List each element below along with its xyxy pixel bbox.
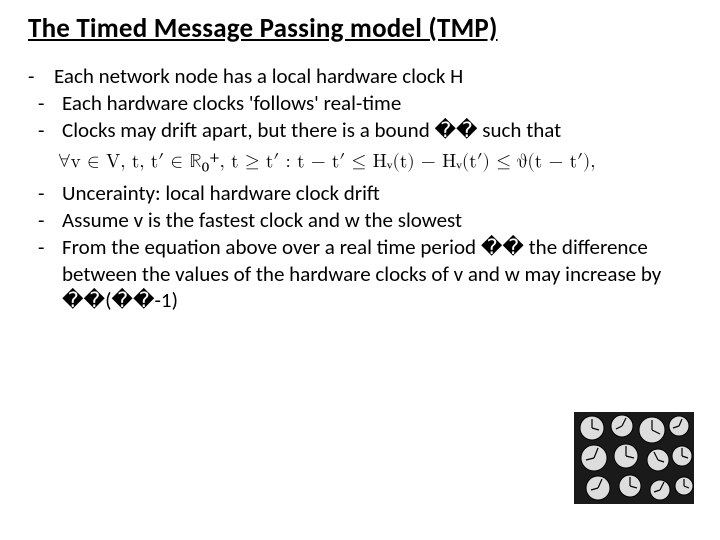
bullet-row: - Uncerainty: local hardware clock drift bbox=[28, 180, 692, 207]
bullet-text: From the equation above over a real time… bbox=[62, 234, 692, 315]
bullet-row: - Each network node has a local hardware… bbox=[28, 63, 692, 90]
bullet-dash: - bbox=[28, 63, 54, 90]
bullet-text: Clocks may drift apart, but there is a b… bbox=[62, 117, 692, 144]
bullet-text: Each hardware clocks 'follows' real-time bbox=[62, 90, 692, 117]
equation-block: ∀v ∈ V, t, t′ ∈ ℝ₀⁺, t ≥ t′ : t − t′ ≤ H… bbox=[28, 144, 692, 180]
bullet-text: Assume v is the fastest clock and w the … bbox=[62, 207, 692, 234]
bullet-row: - From the equation above over a real ti… bbox=[28, 234, 692, 315]
bullet-row: - Each hardware clocks 'follows' real-ti… bbox=[28, 90, 692, 117]
bullet-text: Each network node has a local hardware c… bbox=[54, 63, 692, 90]
bullet-row: - Clocks may drift apart, but there is a… bbox=[28, 117, 692, 144]
slide: The Timed Message Passing model (TMP) - … bbox=[0, 0, 720, 540]
bullet-text: Uncerainty: local hardware clock drift bbox=[62, 180, 692, 207]
equation-text: ∀v ∈ V, t, t′ ∈ ℝ₀⁺, t ≥ t′ : t − t′ ≤ H… bbox=[58, 150, 692, 174]
bullet-row: - Assume v is the fastest clock and w th… bbox=[28, 207, 692, 234]
slide-title: The Timed Message Passing model (TMP) bbox=[28, 12, 692, 45]
bullet-dash: - bbox=[28, 234, 62, 315]
clocks-icon bbox=[574, 412, 694, 504]
clocks-image bbox=[574, 412, 694, 504]
bullet-dash: - bbox=[28, 207, 62, 234]
bullet-dash: - bbox=[28, 117, 62, 144]
bullet-dash: - bbox=[28, 90, 62, 117]
bullet-dash: - bbox=[28, 180, 62, 207]
slide-body: - Each network node has a local hardware… bbox=[28, 63, 692, 314]
